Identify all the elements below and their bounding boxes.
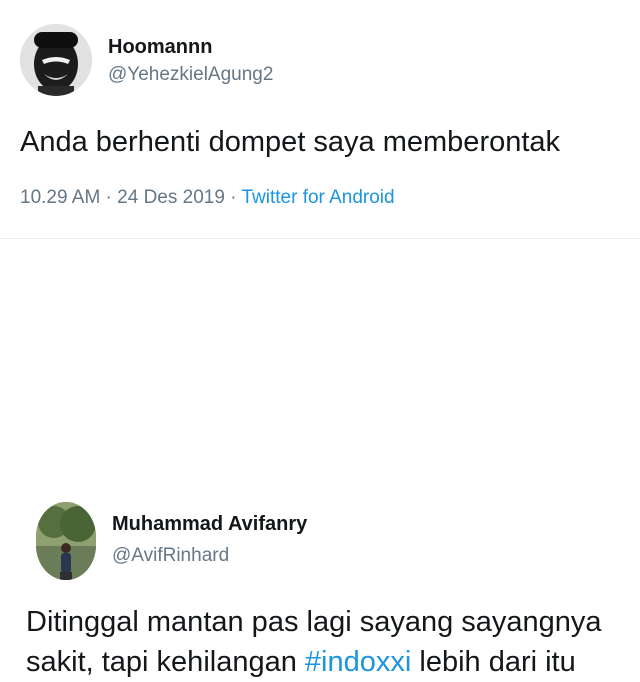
- tweet-divider: [0, 238, 640, 239]
- user-handle[interactable]: @AvifRinhard: [112, 545, 229, 567]
- avatar-photo-icon: [20, 24, 92, 96]
- tweet-text: Ditinggal mantan pas lagi sayang sayangn…: [26, 602, 602, 682]
- display-name[interactable]: Muhammad Avifanry: [112, 513, 307, 536]
- tweet-text-segment: lebih dari itu: [411, 646, 576, 678]
- user-handle[interactable]: @YehezkielAgung2: [108, 64, 273, 86]
- avatar[interactable]: [36, 502, 96, 580]
- tweet-source-link[interactable]: Twitter for Android: [241, 187, 394, 208]
- avatar-photo-icon: [36, 502, 96, 580]
- tweet-text-line: sakit, tapi kehilangan #indoxxi lebih da…: [26, 642, 602, 682]
- meta-separator: ·: [224, 187, 242, 208]
- tweet-card: Hoomannn @YehezkielAgung2 Anda berhenti …: [0, 0, 640, 240]
- avatar[interactable]: [20, 24, 92, 96]
- tweet-text-line: Ditinggal mantan pas lagi sayang sayangn…: [26, 606, 602, 638]
- tweet-timestamp[interactable]: 10.29 AM · 24 Des 2019: [20, 187, 225, 208]
- tweet-metadata: 10.29 AM · 24 Des 2019 · Twitter for And…: [20, 187, 395, 209]
- tweet-text: Anda berhenti dompet saya memberontak: [20, 126, 561, 158]
- tweet-text-segment: sakit, tapi kehilangan: [26, 646, 305, 678]
- tweet-card: Muhammad Avifanry @AvifRinhard Ditinggal…: [0, 240, 640, 678]
- hashtag-link[interactable]: #indoxxi: [305, 646, 411, 678]
- display-name[interactable]: Hoomannn: [108, 36, 212, 59]
